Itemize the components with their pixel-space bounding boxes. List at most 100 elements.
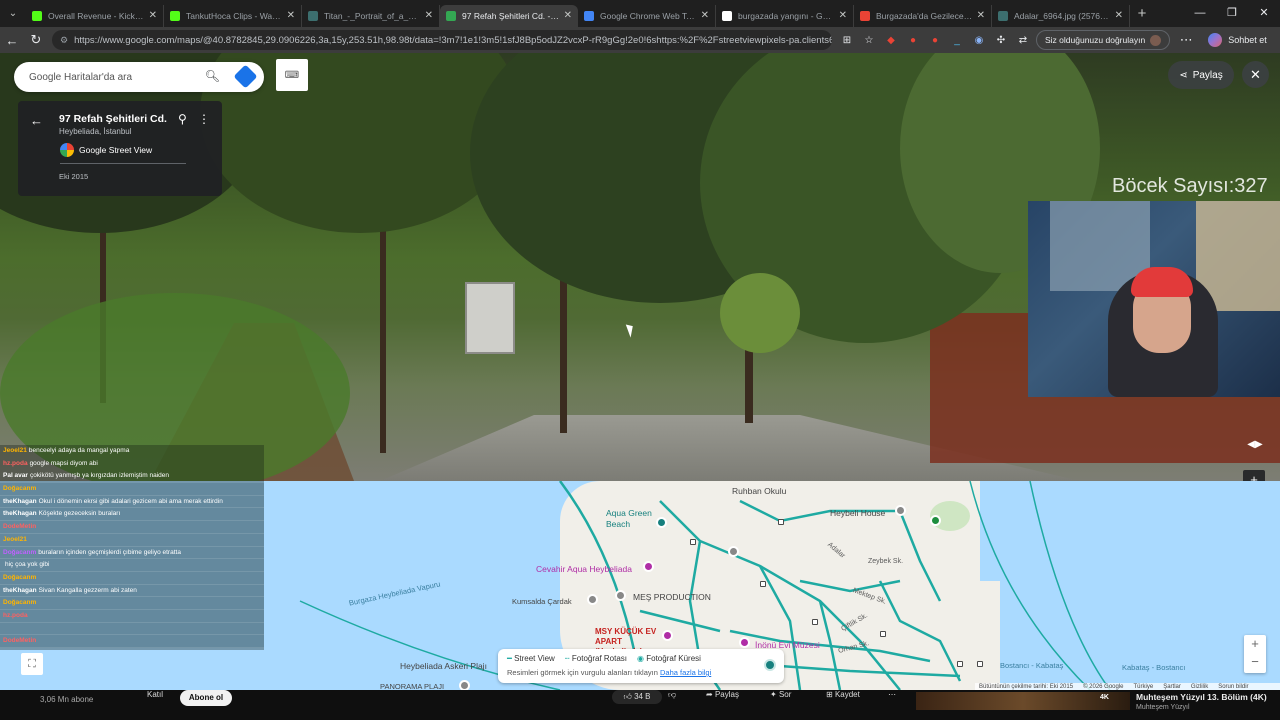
- map-label-askeri[interactable]: Heybeliada Askeri Plajı: [400, 661, 487, 671]
- browser-tab[interactable]: Google Chrome Web Tarayı ✕: [578, 4, 716, 27]
- browser-tab[interactable]: Burgazada'da Gezilecek Yerl ✕: [854, 4, 992, 27]
- map-label-ruhban[interactable]: Ruhban Okulu: [732, 486, 786, 496]
- poi-pin[interactable]: [643, 561, 654, 572]
- tab-title: Adalar_6964.jpg (2576×1932): [1014, 10, 1111, 21]
- close-window-button[interactable]: ✕: [1248, 0, 1280, 27]
- poi-pin[interactable]: [615, 590, 626, 601]
- capture-date[interactable]: Eki 2015: [59, 172, 88, 181]
- up-next-channel[interactable]: Muhteşem Yüzyıl: [1136, 704, 1190, 711]
- minimize-button[interactable]: —: [1184, 0, 1216, 27]
- browser-tab[interactable]: 97 Refah Şehitleri Cd. - Goo ✕: [440, 4, 578, 27]
- bookmark-star-icon[interactable]: ☆: [862, 33, 876, 47]
- map-label-aqua-green[interactable]: Aqua Green Beach: [606, 508, 666, 530]
- back-button[interactable]: ←: [0, 33, 24, 48]
- join-button[interactable]: Katıl: [147, 690, 163, 699]
- share-button[interactable]: ⋖ Paylaş: [1168, 61, 1234, 89]
- address-bar[interactable]: ⚙ https://www.google.com/maps/@40.878284…: [52, 30, 832, 50]
- map-label-mes[interactable]: MEŞ PRODUCTION: [633, 592, 711, 602]
- like-button[interactable]: 👍︎ 34 B: [612, 690, 662, 704]
- close-street-view-button[interactable]: ✕: [1242, 61, 1269, 88]
- directions-icon[interactable]: [233, 64, 258, 89]
- tab-search-button[interactable]: ⌄: [0, 0, 26, 27]
- street-view-spot[interactable]: [690, 539, 696, 545]
- attribution-item[interactable]: Şartlar: [1163, 683, 1181, 690]
- search-icon[interactable]: 🔍︎: [205, 69, 220, 83]
- extension-red-icon[interactable]: ◆: [884, 33, 898, 47]
- fullscreen-icon[interactable]: ⛶: [21, 653, 43, 675]
- street-view-spot[interactable]: [778, 519, 784, 525]
- zoom-in-button[interactable]: +: [1243, 470, 1265, 481]
- browser-tab[interactable]: burgazada yangını - Google ✕: [716, 4, 854, 27]
- chat-username: theKhagan: [3, 510, 37, 518]
- tab-close-icon[interactable]: ✕: [564, 10, 572, 21]
- mouse-cursor: [625, 322, 637, 338]
- chat-text: hiç çoa yok gibi: [5, 561, 50, 569]
- browser-tab[interactable]: TankutHoca Clips - Watch L ✕: [164, 4, 302, 27]
- tab-close-icon[interactable]: ✕: [977, 10, 985, 21]
- browser-tab[interactable]: Titan_-_Portrait_of_a_Wom ✕: [302, 4, 440, 27]
- share-video-button[interactable]: ➦ Paylaş: [706, 690, 739, 699]
- map-label-heybeli-house[interactable]: Heybeli House: [830, 508, 885, 518]
- map-zoom-out-button[interactable]: −: [1244, 653, 1266, 671]
- verify-identity-button[interactable]: Siz olduğunuzu doğrulayın: [1036, 30, 1171, 50]
- tab-close-icon[interactable]: ✕: [149, 10, 157, 21]
- gemini-chat-button[interactable]: Sohbet et: [1208, 33, 1267, 47]
- keyboard-toggle-button[interactable]: ⌨︎: [276, 59, 308, 91]
- map-label-cevahir[interactable]: Cevahir Aqua Heybeliada: [536, 564, 632, 574]
- map-label-panorama[interactable]: PANORAMA PLAJI: [380, 682, 444, 690]
- install-icon[interactable]: ⊞: [840, 33, 854, 47]
- street-view-toggle[interactable]: [764, 659, 776, 671]
- attribution-item[interactable]: Gizlilik: [1191, 683, 1208, 690]
- browser-tab[interactable]: Overall Revenue - Kick Dash ✕: [26, 4, 164, 27]
- extension-download-icon[interactable]: _: [950, 33, 964, 47]
- legend-photo-route: ╌ Fotoğraf Rotası: [564, 654, 628, 663]
- poi-pin[interactable]: [728, 546, 739, 557]
- attribution-item[interactable]: Türkiye: [1134, 683, 1154, 690]
- ask-button[interactable]: ✦ Sor: [770, 690, 791, 699]
- dislike-icon[interactable]: 👎︎: [668, 690, 676, 700]
- tab-title: burgazada yangını - Google: [738, 10, 835, 21]
- poi-pin[interactable]: [459, 680, 470, 690]
- street-view-spot[interactable]: [760, 581, 766, 587]
- maximize-button[interactable]: ❐: [1216, 0, 1248, 27]
- up-next-title[interactable]: Muhteşem Yüzyıl 13. Bölüm (4K): [1136, 692, 1267, 702]
- new-tab-button[interactable]: +: [1130, 5, 1154, 22]
- poi-pin[interactable]: [895, 505, 906, 516]
- map-label-kumsalda[interactable]: Kumsalda Çardak: [512, 597, 572, 606]
- tab-close-icon[interactable]: ✕: [1115, 10, 1123, 21]
- maps-search-box[interactable]: Google Haritalar'da ara 🔍︎: [14, 62, 264, 92]
- tab-close-icon[interactable]: ✕: [839, 10, 847, 21]
- map-zoom-in-button[interactable]: +: [1244, 635, 1266, 653]
- attribution-item[interactable]: Sorun bildir: [1218, 683, 1248, 690]
- tab-close-icon[interactable]: ✕: [287, 10, 295, 21]
- search-input[interactable]: Google Haritalar'da ara: [29, 72, 132, 83]
- site-info-icon[interactable]: ⚙: [60, 35, 68, 46]
- street-view-spot[interactable]: [812, 619, 818, 625]
- browser-tab[interactable]: Adalar_6964.jpg (2576×1932) ✕: [992, 4, 1130, 27]
- poi-pin[interactable]: [739, 637, 750, 648]
- tab-close-icon[interactable]: ✕: [701, 10, 709, 21]
- location-pin-icon[interactable]: ⚲: [178, 112, 187, 126]
- up-next-thumbnail[interactable]: [916, 692, 1130, 710]
- compass-icon[interactable]: ◀▶: [1242, 439, 1268, 455]
- street-view-spot[interactable]: [977, 661, 983, 667]
- extension-circle-icon[interactable]: ◉: [972, 33, 986, 47]
- extension-pin-icon[interactable]: ●: [928, 33, 942, 47]
- profile-sync-icon[interactable]: ⇄: [1016, 33, 1030, 47]
- back-arrow-icon[interactable]: ←: [30, 113, 43, 128]
- subscribe-button[interactable]: Abone ol: [180, 690, 232, 706]
- street-view-spot[interactable]: [880, 631, 886, 637]
- poi-pin[interactable]: [587, 594, 598, 605]
- tab-close-icon[interactable]: ✕: [425, 10, 433, 21]
- more-actions-icon[interactable]: ⋯: [888, 690, 896, 699]
- poi-pin[interactable]: [930, 515, 941, 526]
- save-button[interactable]: ⊞ Kaydet: [826, 690, 860, 699]
- reload-button[interactable]: ↻: [24, 32, 48, 48]
- street-view-spot[interactable]: [957, 661, 963, 667]
- extension-record-icon[interactable]: ●: [906, 33, 920, 47]
- menu-kebab-icon[interactable]: ⋯: [1174, 32, 1198, 48]
- stream-chat-overlay: Jeoel21 benceelyi adaya da mangal yapma hz…: [0, 445, 264, 650]
- more-options-icon[interactable]: ⋮: [198, 112, 210, 126]
- learn-more-link[interactable]: Daha fazla bilgi: [660, 668, 711, 677]
- extensions-puzzle-icon[interactable]: ✣: [994, 33, 1008, 47]
